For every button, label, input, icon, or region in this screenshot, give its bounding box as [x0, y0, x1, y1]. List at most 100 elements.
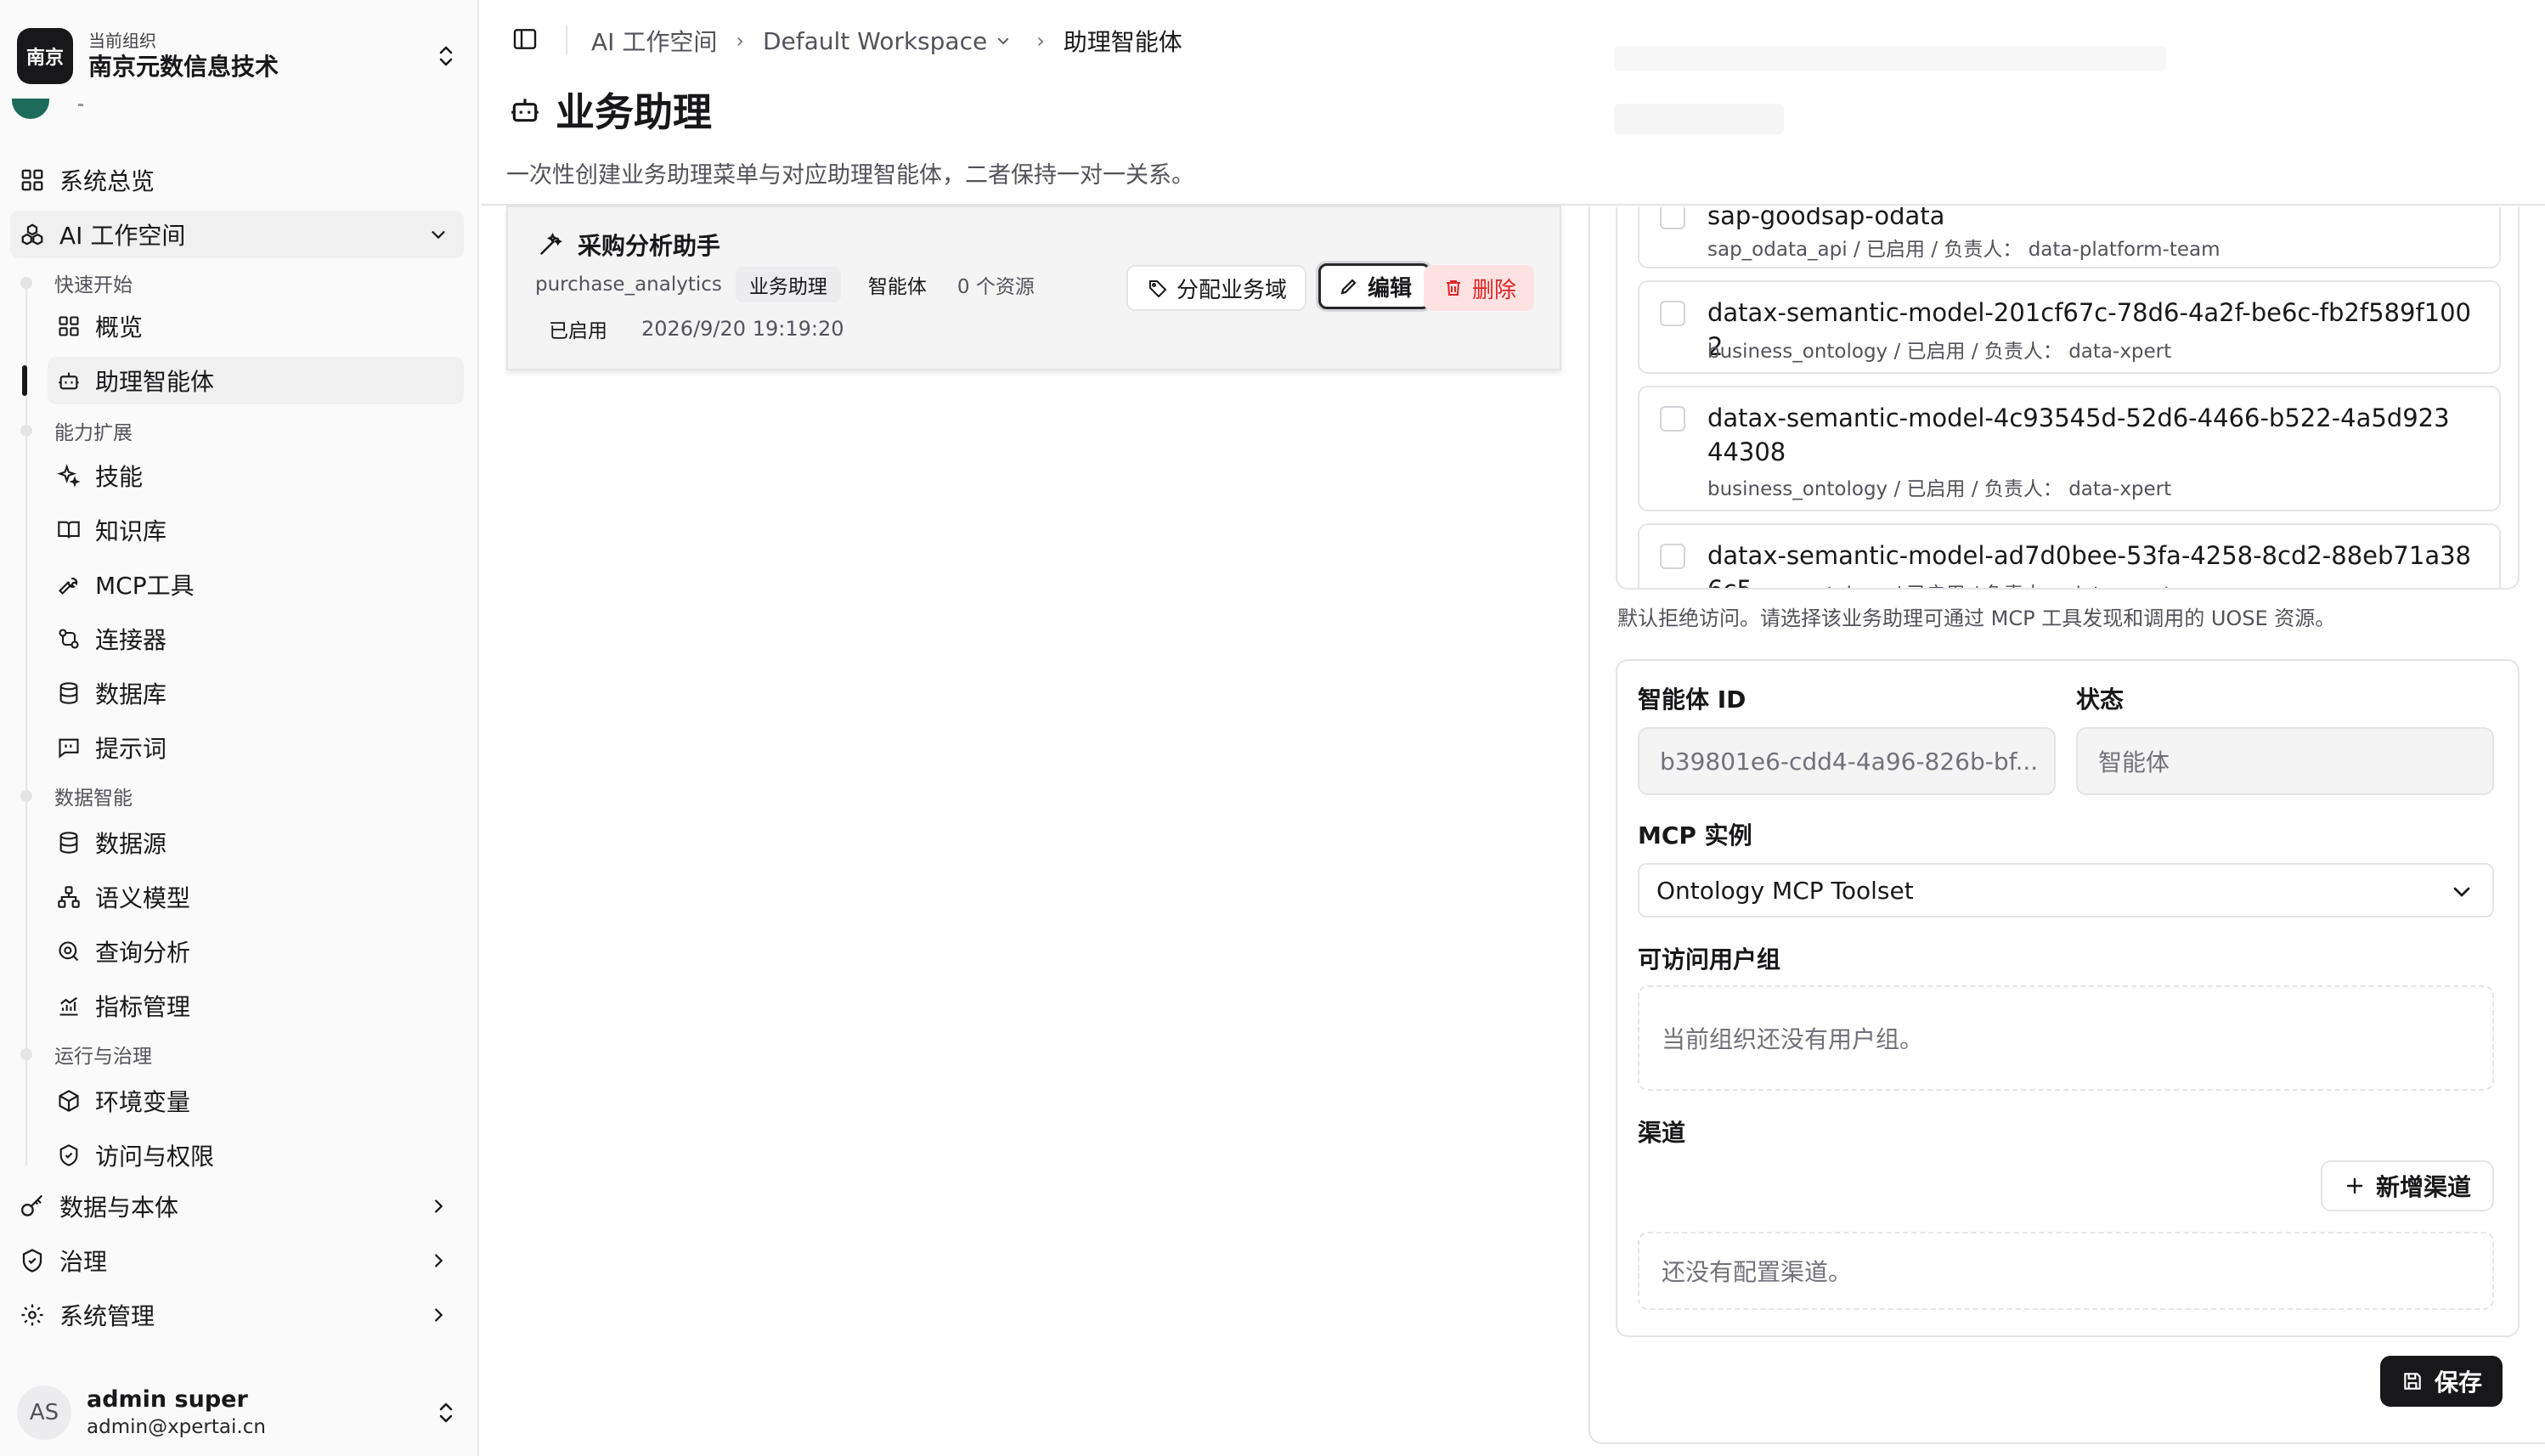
avatar: AS	[17, 1385, 71, 1440]
type-badge: 业务助理	[735, 267, 841, 302]
nav-connectors[interactable]: 连接器	[48, 615, 464, 663]
nav-metrics[interactable]: 指标管理	[48, 982, 464, 1030]
resource-checkbox[interactable]	[1660, 406, 1685, 432]
card-code: purchase_analytics	[535, 274, 722, 296]
agent-form: 智能体 ID b39801e6-cdd4-4a96-826b-bf... 状态 …	[1616, 659, 2520, 1337]
assistant-card[interactable]: 采购分析助手 purchase_analytics 业务助理 智能体 0 个资源…	[506, 206, 1561, 370]
nav-skills-label: 技能	[95, 463, 144, 491]
resource-checkbox[interactable]	[1660, 207, 1685, 229]
network-icon	[54, 883, 83, 911]
resource-checkbox[interactable]	[1660, 301, 1685, 326]
book-open-icon	[54, 516, 83, 545]
agent-id-field[interactable]: b39801e6-cdd4-4a96-826b-bf...	[1638, 727, 2056, 795]
key-icon	[17, 1191, 48, 1222]
breadcrumb-ai-workspace[interactable]: AI 工作空间	[591, 24, 717, 58]
status-field[interactable]: 智能体	[2076, 727, 2494, 795]
section-dot	[20, 277, 32, 289]
nav-gaikuang-label: 概览	[95, 313, 144, 341]
tag-icon	[1146, 276, 1170, 300]
resource-meta: business_ontology / 已启用 / 负责人： data-xper…	[1707, 341, 2172, 363]
nav-governance[interactable]: 治理	[10, 1237, 464, 1284]
sidebar: 南京 当前组织 南京元数信息技术 系统总览 AI 工作空间 快速开始 概览 助理…	[0, 0, 479, 1456]
sidebar-toggle-icon[interactable]	[511, 25, 542, 56]
grid-icon	[54, 312, 83, 341]
package-icon	[54, 1086, 83, 1115]
groups-empty: 当前组织还没有用户组。	[1638, 985, 2494, 1091]
chevron-down-icon	[423, 219, 454, 250]
nav-access[interactable]: 访问与权限	[48, 1132, 464, 1179]
chevron-down-icon[interactable]	[996, 33, 1011, 48]
resource-item[interactable]: datax-semantic-model-201cf67c-78d6-4a2f-…	[1638, 280, 2501, 374]
chevron-right-icon	[423, 1191, 454, 1222]
section-dot	[20, 425, 32, 437]
section-quickstart: 快速开始	[54, 274, 133, 296]
save-button[interactable]: 保存	[2380, 1356, 2503, 1407]
nav-access-label: 访问与权限	[95, 1143, 215, 1171]
mcp-label: MCP 实例	[1638, 821, 1752, 849]
card-meta: purchase_analytics 业务助理 智能体 0 个资源	[535, 267, 1035, 302]
nav-database-label: 数据库	[95, 680, 167, 708]
nav-query-analysis-label: 查询分析	[95, 939, 191, 967]
chart-icon	[54, 991, 83, 1020]
edit-label: 编辑	[1367, 275, 1412, 302]
nav-mcp-tools[interactable]: MCP工具	[48, 561, 464, 608]
nav-datasources-label: 数据源	[95, 830, 167, 858]
section-dot	[20, 1048, 32, 1060]
ghost-text	[1614, 46, 2166, 71]
delete-label: 删除	[1471, 277, 1516, 303]
chevron-right-icon	[423, 1245, 454, 1276]
grid-icon	[17, 165, 48, 195]
boxes-icon	[17, 219, 48, 250]
nav-assistant[interactable]: 助理智能体	[48, 357, 464, 404]
nav-overview-label: 系统总览	[59, 167, 155, 195]
assign-domain-button[interactable]: 分配业务域	[1126, 265, 1306, 311]
nav-data-ontology-label: 数据与本体	[59, 1194, 179, 1222]
nav-gaikuang[interactable]: 概览	[48, 302, 464, 350]
chevrons-up-down-icon	[433, 39, 459, 73]
nav-env-vars[interactable]: 环境变量	[48, 1077, 464, 1125]
user-name: admin super	[87, 1386, 248, 1413]
card-title: 采购分析助手	[535, 228, 720, 262]
resource-meta: sap_odata_api / 已启用 / 负责人： data-platform…	[1707, 239, 2221, 261]
nav-data-ontology[interactable]: 数据与本体	[10, 1182, 464, 1230]
nav-prompts[interactable]: 提示词	[48, 724, 464, 771]
org-switcher[interactable]: 南京 当前组织 南京元数信息技术	[17, 22, 459, 90]
mcp-select-value: Ontology MCP Toolset	[1656, 876, 1914, 905]
groups-label: 可访问用户组	[1638, 945, 1781, 973]
resource-item[interactable]: datax-semantic-model-4c93545d-52d6-4466-…	[1638, 386, 2501, 511]
nav-overview[interactable]: 系统总览	[10, 156, 464, 204]
user-menu[interactable]: AS admin super admin@xpertai.cn	[17, 1381, 459, 1444]
page-title: 业务助理	[506, 82, 1194, 138]
card-datetime: 2026/9/20 19:19:20	[641, 317, 844, 341]
resource-meta: business_ontology / 已启用 / 负责人： data-xper…	[1707, 478, 2172, 500]
nav-datasources[interactable]: 数据源	[48, 819, 464, 866]
nav-system-admin[interactable]: 系统管理	[10, 1291, 464, 1339]
nav-system-admin-label: 系统管理	[59, 1302, 155, 1330]
nav-query-analysis[interactable]: 查询分析	[48, 928, 464, 975]
add-channel-label: 新增渠道	[2375, 1173, 2471, 1201]
database-icon	[54, 679, 83, 708]
nav-ai-workspace[interactable]: AI 工作空间	[10, 211, 464, 258]
resource-checkbox[interactable]	[1660, 544, 1685, 569]
access-hint: 默认拒绝访问。请选择该业务助理可通过 MCP 工具发现和调用的 UOSE 资源。	[1617, 607, 2336, 630]
nav-knowledge[interactable]: 知识库	[48, 506, 464, 554]
section-capability: 能力扩展	[54, 422, 133, 444]
add-channel-button[interactable]: 新增渠道	[2321, 1160, 2494, 1211]
edit-button[interactable]: 编辑	[1318, 263, 1431, 309]
chevron-right-icon	[423, 1300, 454, 1330]
nav-skills[interactable]: 技能	[48, 452, 464, 499]
nav-knowledge-label: 知识库	[95, 517, 167, 545]
status-badge: 已启用	[549, 320, 607, 342]
plus-icon	[2344, 1175, 2366, 1197]
breadcrumb-workspace[interactable]: Default Workspace	[763, 27, 987, 55]
resource-item[interactable]: datax-semantic-model-ad7d0bee-53fa-4258-…	[1638, 523, 2501, 588]
nav-semantic-model[interactable]: 语义模型	[48, 873, 464, 921]
org-name: 南京元数信息技术	[88, 53, 279, 81]
delete-button[interactable]: 删除	[1424, 265, 1534, 311]
resource-item[interactable]: sap-goodsap-odata sap_odata_api / 已启用 / …	[1638, 207, 2501, 268]
breadcrumb: AI 工作空间 › Default Workspace › 助理智能体	[591, 24, 1182, 58]
resource-list[interactable]: sap-goodsap-odata sap_odata_api / 已启用 / …	[1616, 207, 2520, 590]
mcp-select[interactable]: Ontology MCP Toolset	[1638, 863, 2494, 917]
wrench-icon	[54, 570, 83, 599]
nav-database[interactable]: 数据库	[48, 669, 464, 717]
